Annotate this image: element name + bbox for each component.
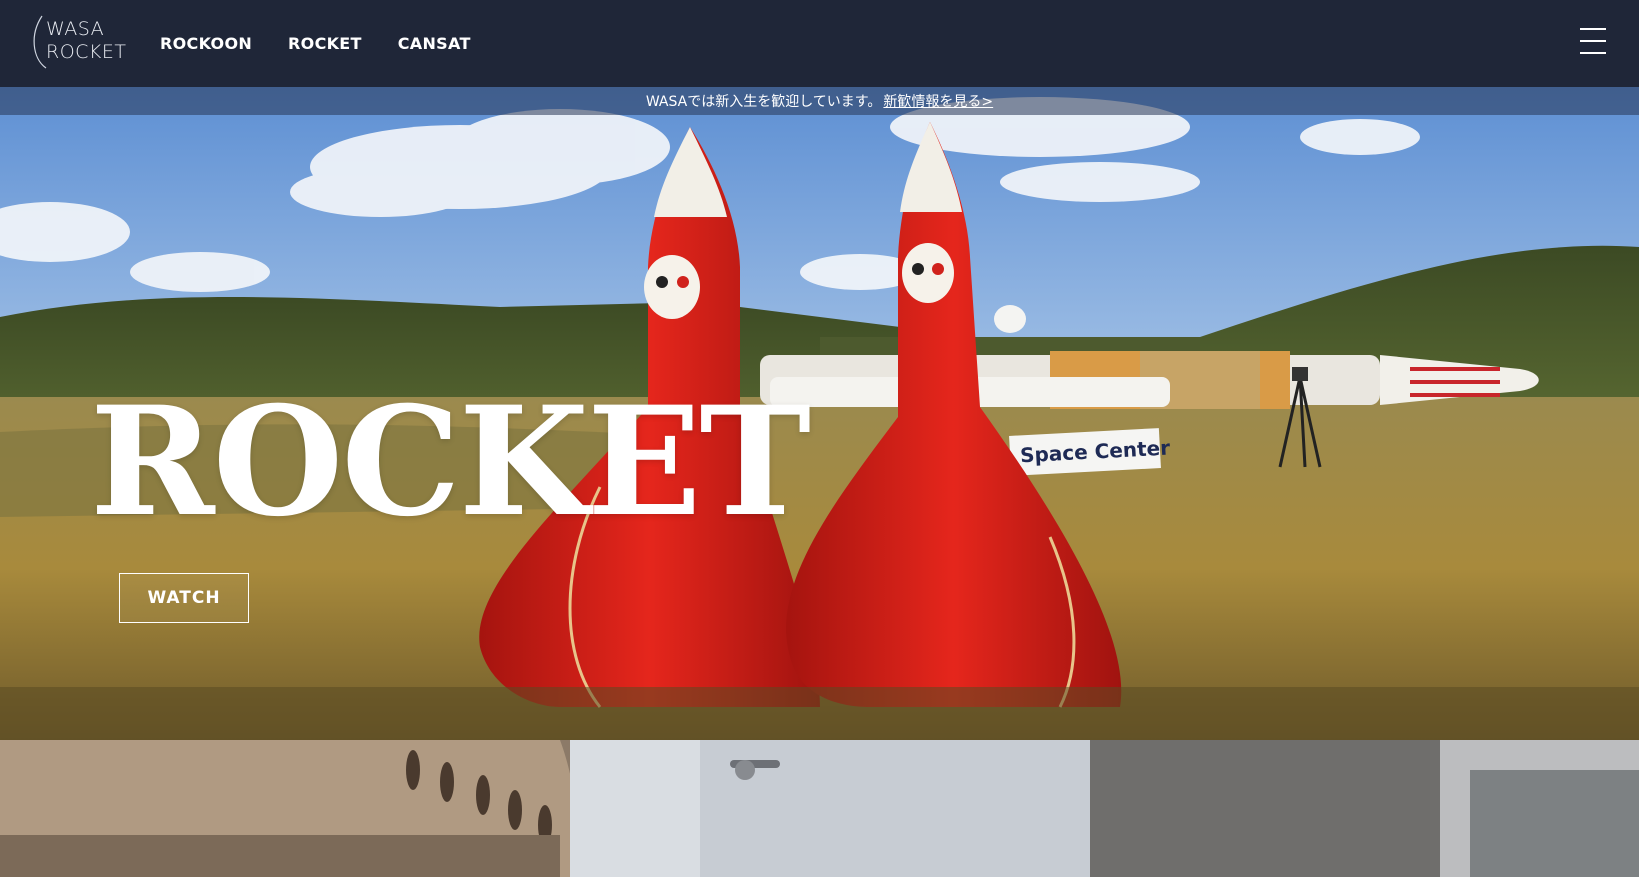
site-header: WASA ROCKET ROCKOON ROCKET CANSAT bbox=[0, 0, 1639, 87]
wasa-rocket-logo[interactable]: WASA ROCKET bbox=[28, 14, 127, 70]
announcement-bar: WASAでは新入生を歓迎しています。 新歓情報を見る> bbox=[0, 87, 1639, 115]
main-nav: ROCKOON ROCKET CANSAT bbox=[160, 0, 471, 87]
hero-title: ROCKET bbox=[90, 374, 811, 550]
nav-cansat[interactable]: CANSAT bbox=[398, 34, 471, 53]
announcement-link[interactable]: 新歓情報を見る> bbox=[883, 91, 993, 111]
hamburger-menu-icon[interactable] bbox=[1580, 28, 1606, 56]
announcement-text: WASAでは新入生を歓迎しています。 bbox=[645, 94, 882, 110]
watch-button[interactable]: WATCH bbox=[119, 573, 249, 623]
nav-rocket[interactable]: ROCKET bbox=[288, 34, 362, 53]
hero-section: Space Center ROCKET WATCH bbox=[0, 87, 1639, 740]
lower-background-image bbox=[0, 740, 1639, 877]
next-section-image bbox=[0, 740, 1639, 877]
nav-rockoon[interactable]: ROCKOON bbox=[160, 34, 252, 53]
logo-text: WASA ROCKET bbox=[46, 18, 127, 63]
